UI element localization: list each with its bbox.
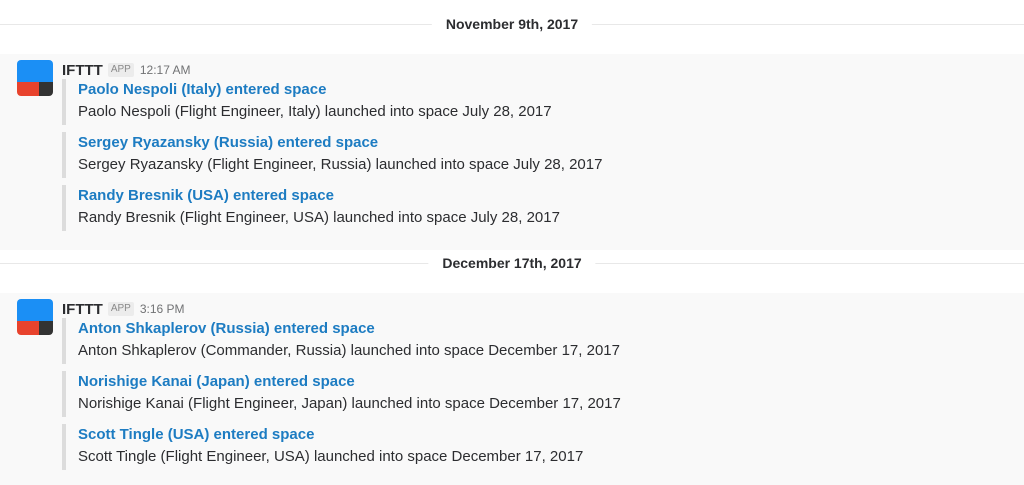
attachment-title-link[interactable]: Scott Tingle (USA) entered space: [78, 424, 622, 446]
message-timestamp[interactable]: 3:16 PM: [140, 302, 185, 316]
message: IFTTT APP 3:16 PM Anton Shkaplerov (Russ…: [0, 293, 1024, 485]
app-badge: APP: [107, 302, 134, 316]
attachment-title-link[interactable]: Sergey Ryazansky (Russia) entered space: [78, 132, 622, 154]
day-divider-label[interactable]: December 17th, 2017: [428, 253, 596, 273]
attachment-text: Randy Bresnik (Flight Engineer, USA) lau…: [78, 209, 560, 226]
ifttt-logo-icon[interactable]: [17, 299, 53, 335]
message-header: IFTTT APP 3:16 PM: [62, 299, 185, 319]
attachment: Randy Bresnik (USA) entered space Randy …: [62, 185, 622, 231]
sender-name[interactable]: IFTTT: [62, 301, 103, 318]
avatar-blue-block: [17, 299, 53, 321]
attachment-title-link[interactable]: Paolo Nespoli (Italy) entered space: [78, 79, 622, 101]
attachment-text: Norishige Kanai (Flight Engineer, Japan)…: [78, 395, 621, 412]
avatar-red-block: [17, 82, 39, 96]
avatar-blue-block: [17, 60, 53, 82]
attachment-text: Scott Tingle (Flight Engineer, USA) laun…: [78, 448, 584, 465]
avatar-red-block: [17, 321, 39, 335]
message-timestamp[interactable]: 12:17 AM: [140, 63, 191, 77]
attachment-title-link[interactable]: Norishige Kanai (Japan) entered space: [78, 371, 622, 393]
attachment-title-link[interactable]: Anton Shkaplerov (Russia) entered space: [78, 318, 622, 340]
attachment-title-link[interactable]: Randy Bresnik (USA) entered space: [78, 185, 622, 207]
avatar-dark-block: [39, 321, 53, 335]
attachment: Paolo Nespoli (Italy) entered space Paol…: [62, 79, 622, 125]
day-divider: December 17th, 2017: [0, 253, 1024, 273]
attachment: Sergey Ryazansky (Russia) entered space …: [62, 132, 622, 178]
attachment-text: Anton Shkaplerov (Commander, Russia) lau…: [78, 342, 620, 359]
avatar-dark-block: [39, 82, 53, 96]
attachment: Scott Tingle (USA) entered space Scott T…: [62, 424, 622, 470]
attachment-text: Paolo Nespoli (Flight Engineer, Italy) l…: [78, 103, 552, 120]
message-feed: November 9th, 2017 IFTTT APP 12:17 AM Pa…: [0, 0, 1024, 485]
message-header: IFTTT APP 12:17 AM: [62, 60, 191, 80]
app-badge: APP: [107, 63, 134, 77]
day-divider-label[interactable]: November 9th, 2017: [431, 14, 593, 34]
attachment: Norishige Kanai (Japan) entered space No…: [62, 371, 622, 417]
attachment-text: Sergey Ryazansky (Flight Engineer, Russi…: [78, 156, 603, 173]
message: IFTTT APP 12:17 AM Paolo Nespoli (Italy)…: [0, 54, 1024, 250]
ifttt-logo-icon[interactable]: [17, 60, 53, 96]
attachment: Anton Shkaplerov (Russia) entered space …: [62, 318, 622, 364]
day-divider: November 9th, 2017: [0, 14, 1024, 34]
sender-name[interactable]: IFTTT: [62, 62, 103, 79]
